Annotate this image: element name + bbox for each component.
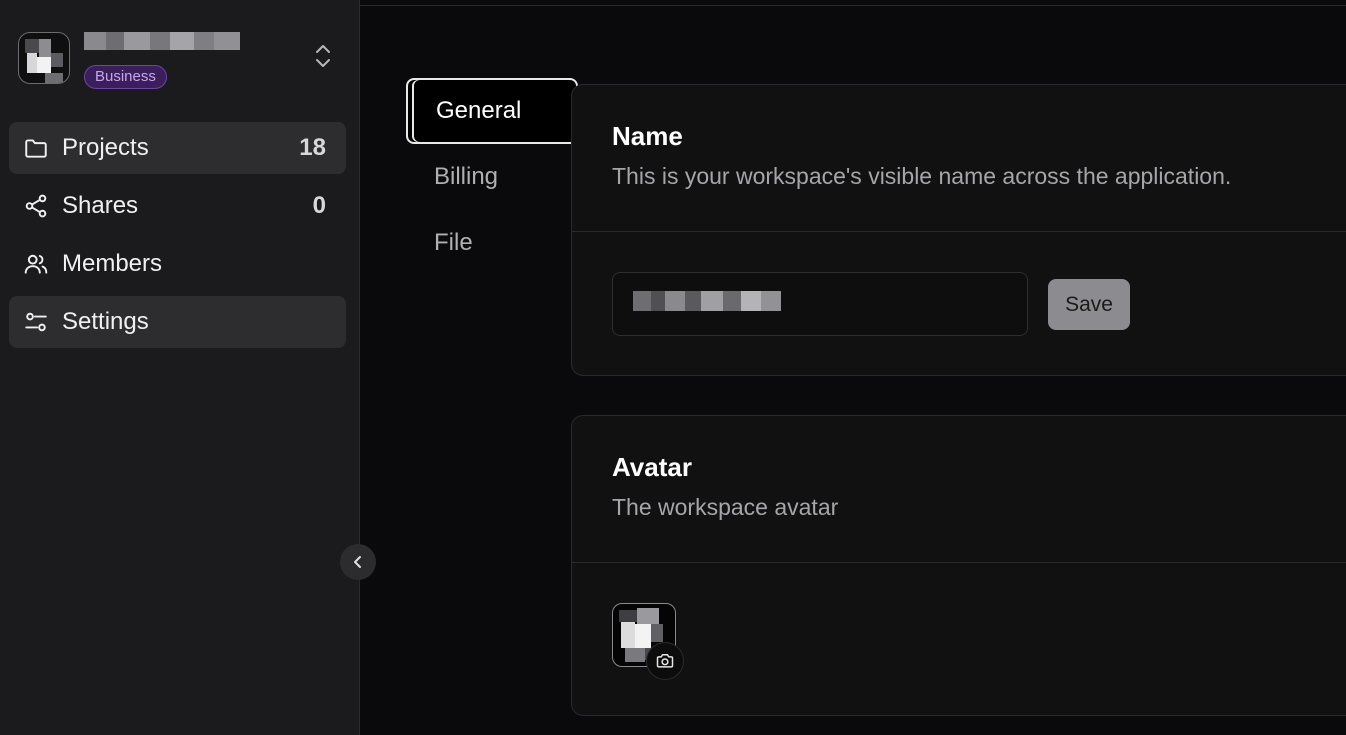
sidebar-item-label: Projects [62, 134, 149, 161]
avatar-card-title: Avatar [612, 452, 692, 482]
sidebar-item-label: Shares [62, 192, 139, 219]
sidebar-item-label: Settings [62, 308, 149, 335]
plan-badge: Business [84, 65, 167, 89]
share-icon [23, 193, 49, 219]
sidebar-item-members[interactable]: Members [9, 238, 346, 290]
divider [572, 231, 1346, 232]
name-card-title: Name [612, 121, 683, 151]
sidebar-item-label: Members [62, 250, 163, 277]
sidebar-nav: Projects 18 Shares 0 Members Settings [9, 122, 346, 354]
divider [572, 562, 1346, 563]
sidebar-item-settings[interactable]: Settings [9, 296, 346, 348]
sidebar-item-shares[interactable]: Shares 0 [9, 180, 346, 232]
chevron-up-down-icon[interactable] [312, 42, 334, 70]
projects-count: 18 [299, 134, 326, 161]
tab-general[interactable]: General [406, 78, 578, 144]
workspace-name-value-redacted [633, 291, 781, 311]
shares-count: 0 [312, 192, 326, 219]
sidebar: Business Projects 18 Shares 0 Members Se… [0, 0, 376, 735]
chevron-left-icon [354, 556, 361, 568]
workspace-name-input[interactable] [612, 272, 1028, 336]
name-card: Name This is your workspace's visible na… [571, 84, 1346, 376]
avatar-card: Avatar The workspace avatar [571, 415, 1346, 716]
name-card-description: This is your workspace's visible name ac… [612, 163, 1232, 189]
avatar-card-description: The workspace avatar [612, 494, 839, 520]
save-button[interactable]: Save [1048, 279, 1130, 330]
upload-avatar-button[interactable] [646, 642, 684, 680]
app-root: Business Projects 18 Shares 0 Members Se… [0, 0, 1346, 735]
settings-tabs: General Billing File [406, 78, 578, 276]
users-icon [23, 251, 49, 277]
workspace-name-redacted [84, 32, 240, 50]
workspace-switcher[interactable]: Business [18, 30, 338, 90]
workspace-avatar [18, 32, 70, 84]
tab-billing[interactable]: Billing [406, 144, 578, 210]
sliders-icon [23, 309, 49, 335]
tab-file[interactable]: File [406, 210, 578, 276]
folder-icon [23, 135, 49, 161]
top-strip [360, 0, 1346, 6]
collapse-sidebar-button[interactable] [340, 544, 376, 580]
camera-icon [656, 654, 674, 668]
sidebar-item-projects[interactable]: Projects 18 [9, 122, 346, 174]
